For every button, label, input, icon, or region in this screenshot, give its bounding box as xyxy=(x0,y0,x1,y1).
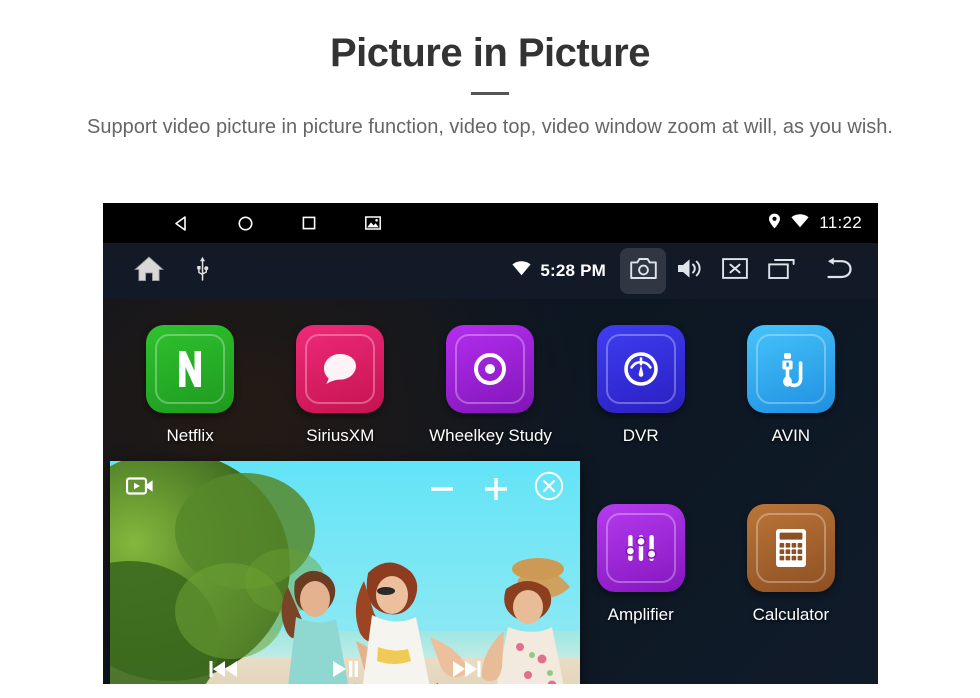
calculator-icon[interactable] xyxy=(746,503,835,592)
next-track-button[interactable] xyxy=(448,658,482,684)
next-track-icon xyxy=(448,658,482,684)
page-subtitle: Support video picture in picture functio… xyxy=(87,116,893,138)
android-status-bar: 11:22 xyxy=(103,203,878,243)
pip-zoom-in-button[interactable] xyxy=(480,473,512,505)
windows-stack-icon xyxy=(767,258,795,285)
status-bar-nav-icons xyxy=(149,203,405,243)
toolbar-right-group: 5:28 PM xyxy=(512,248,878,294)
app-item-amplifier[interactable]: Amplifier xyxy=(566,496,716,675)
app-item-dvr[interactable]: DVR xyxy=(566,317,716,496)
location-pin-icon xyxy=(768,213,781,234)
netflix-icon[interactable] xyxy=(146,325,235,413)
home-icon[interactable] xyxy=(133,255,165,288)
page-title: Picture in Picture xyxy=(330,31,650,75)
close-circle-icon xyxy=(534,471,564,506)
previous-track-button[interactable] xyxy=(208,658,242,684)
pip-zoom-out-button[interactable] xyxy=(426,473,458,505)
close-app-button[interactable] xyxy=(712,248,758,294)
toolbar-time: 5:28 PM xyxy=(540,261,606,280)
app-label: DVR xyxy=(622,426,659,445)
rca-plug-icon[interactable] xyxy=(746,325,835,413)
back-arrow-icon xyxy=(821,257,853,286)
volume-button[interactable] xyxy=(666,248,712,294)
speaker-icon xyxy=(676,257,703,285)
promo-header: Picture in Picture Support video picture… xyxy=(0,0,980,142)
system-toolbar: 5:28 PM xyxy=(103,243,878,299)
pip-window-controls xyxy=(426,471,564,506)
equalizer-icon[interactable] xyxy=(596,503,685,592)
app-label: SiriusXM xyxy=(306,426,375,445)
title-divider xyxy=(471,92,509,95)
app-item-avin[interactable]: AVIN xyxy=(716,317,866,496)
device-screen: 11:22 5:28 PM Netflix SiriusXM Wheelkey … xyxy=(103,203,878,684)
recent-apps-button[interactable] xyxy=(758,248,804,294)
back-button[interactable] xyxy=(814,248,860,294)
x-box-icon xyxy=(722,258,748,284)
app-desktop: Netflix SiriusXM Wheelkey Study DVR AVIN… xyxy=(103,299,878,684)
screenshot-icon[interactable] xyxy=(341,203,405,243)
app-label: Calculator xyxy=(752,604,830,624)
pip-playback-controls xyxy=(110,658,580,684)
play-pause-icon xyxy=(330,658,360,684)
siriusxm-icon[interactable] xyxy=(296,325,385,413)
previous-track-icon xyxy=(208,658,242,684)
status-bar-indicators: 11:22 xyxy=(768,213,878,234)
usb-icon[interactable] xyxy=(195,256,210,287)
gauge-icon[interactable] xyxy=(596,325,685,413)
app-item-calculator[interactable]: Calculator xyxy=(716,496,866,675)
pip-close-button[interactable] xyxy=(534,471,564,506)
app-label: AVIN xyxy=(771,426,811,445)
home-circle-icon[interactable] xyxy=(213,203,277,243)
wheelkey-icon[interactable] xyxy=(446,325,535,413)
wifi-icon xyxy=(512,261,531,281)
back-icon[interactable] xyxy=(149,203,213,243)
video-camera-icon xyxy=(126,475,154,497)
status-bar-clock: 11:22 xyxy=(819,213,862,232)
recents-square-icon[interactable] xyxy=(277,203,341,243)
wifi-icon xyxy=(791,213,809,233)
camera-icon xyxy=(629,257,657,285)
camera-button[interactable] xyxy=(620,248,666,294)
play-pause-button[interactable] xyxy=(330,658,360,684)
app-label: Amplifier xyxy=(607,604,674,624)
toolbar-wifi-time: 5:28 PM xyxy=(512,261,606,281)
toolbar-left-group xyxy=(133,255,210,288)
app-label: Wheelkey Study xyxy=(429,426,552,445)
app-label: Netflix xyxy=(166,426,214,445)
pip-video-window[interactable]: eicano xyxy=(110,461,580,684)
